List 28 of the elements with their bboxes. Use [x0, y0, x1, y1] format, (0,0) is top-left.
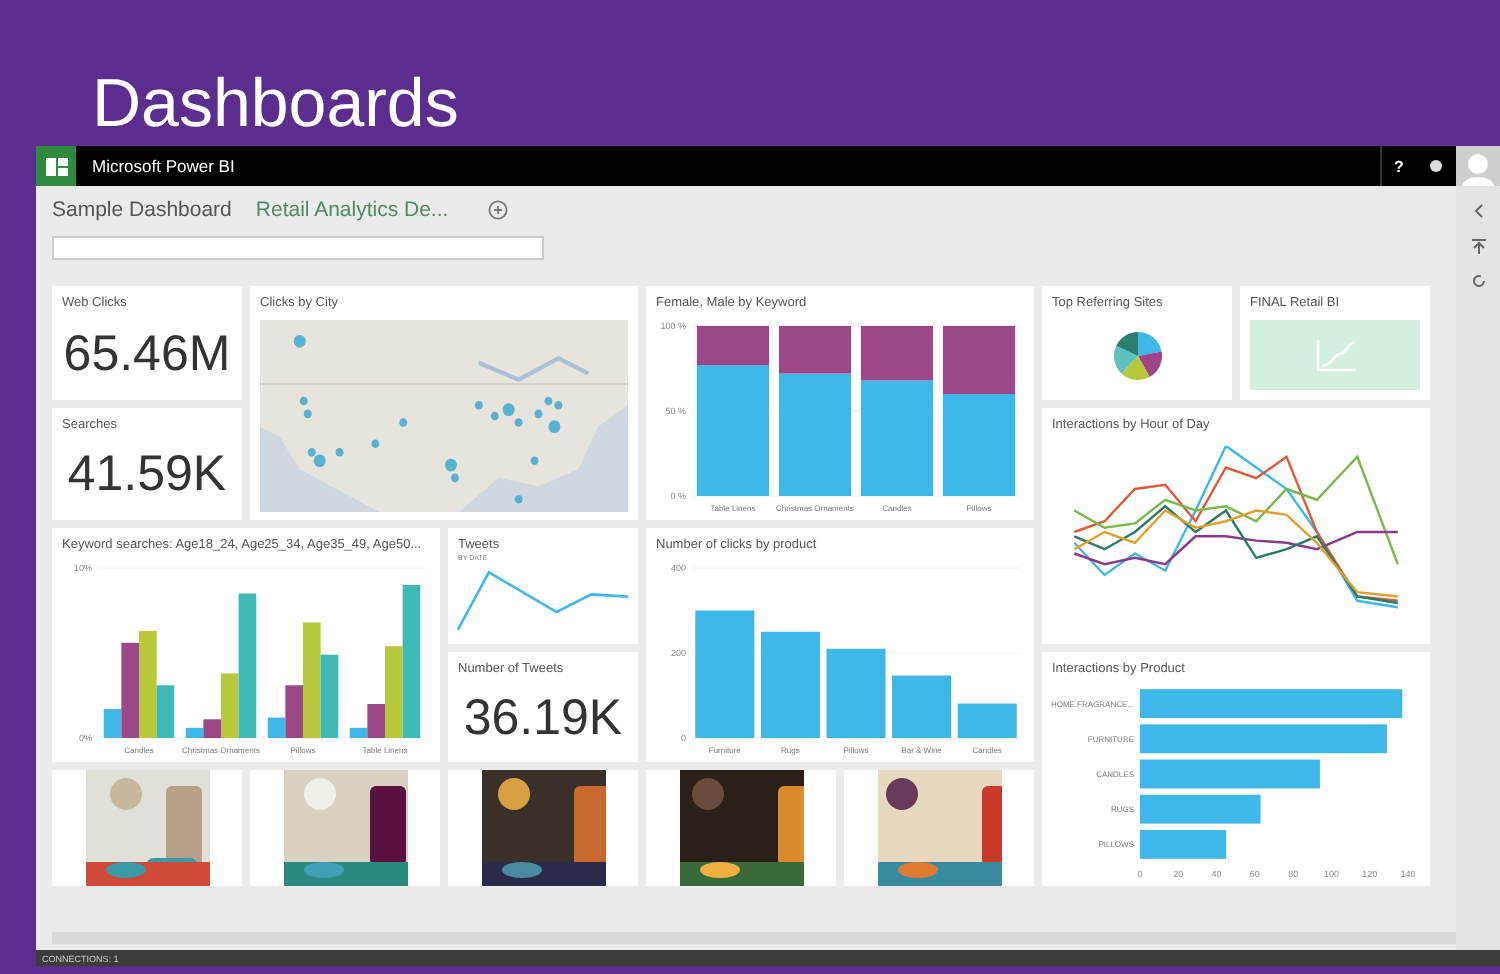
metric-value: 36.19K [463, 689, 623, 747]
dashboard-tile[interactable] [448, 770, 638, 886]
bar [695, 610, 755, 738]
metric-value: 65.46M [63, 325, 231, 383]
dashboard-tab[interactable]: Sample Dashboard [52, 198, 232, 222]
refresh-icon[interactable] [1471, 274, 1485, 288]
add-icon[interactable] [488, 200, 509, 220]
pin-icon[interactable] [1471, 238, 1485, 254]
dashboard-tile[interactable] [646, 770, 836, 886]
question-field[interactable] [52, 236, 544, 260]
help-button[interactable]: ? [1380, 146, 1416, 186]
bar [892, 675, 952, 738]
bar [760, 631, 820, 738]
bar [957, 703, 1017, 738]
bar [826, 648, 886, 738]
app-title: Microsoft Power BI [92, 156, 237, 176]
app-logo-icon[interactable] [36, 146, 76, 186]
dashboard-tile[interactable] [250, 770, 440, 886]
pie-chart-drawing [1111, 330, 1163, 382]
report-thumbnail[interactable] [1250, 320, 1420, 390]
bar [1140, 829, 1227, 859]
metric-value: 41.59K [67, 446, 227, 504]
chevron-left-icon[interactable] [1473, 204, 1483, 218]
bar [1140, 794, 1261, 824]
dashboard-tile[interactable] [52, 770, 242, 886]
chart-icon [1315, 339, 1355, 371]
slide-title: Dashboards [92, 66, 459, 142]
dashboard-tile[interactable] [844, 770, 1034, 886]
